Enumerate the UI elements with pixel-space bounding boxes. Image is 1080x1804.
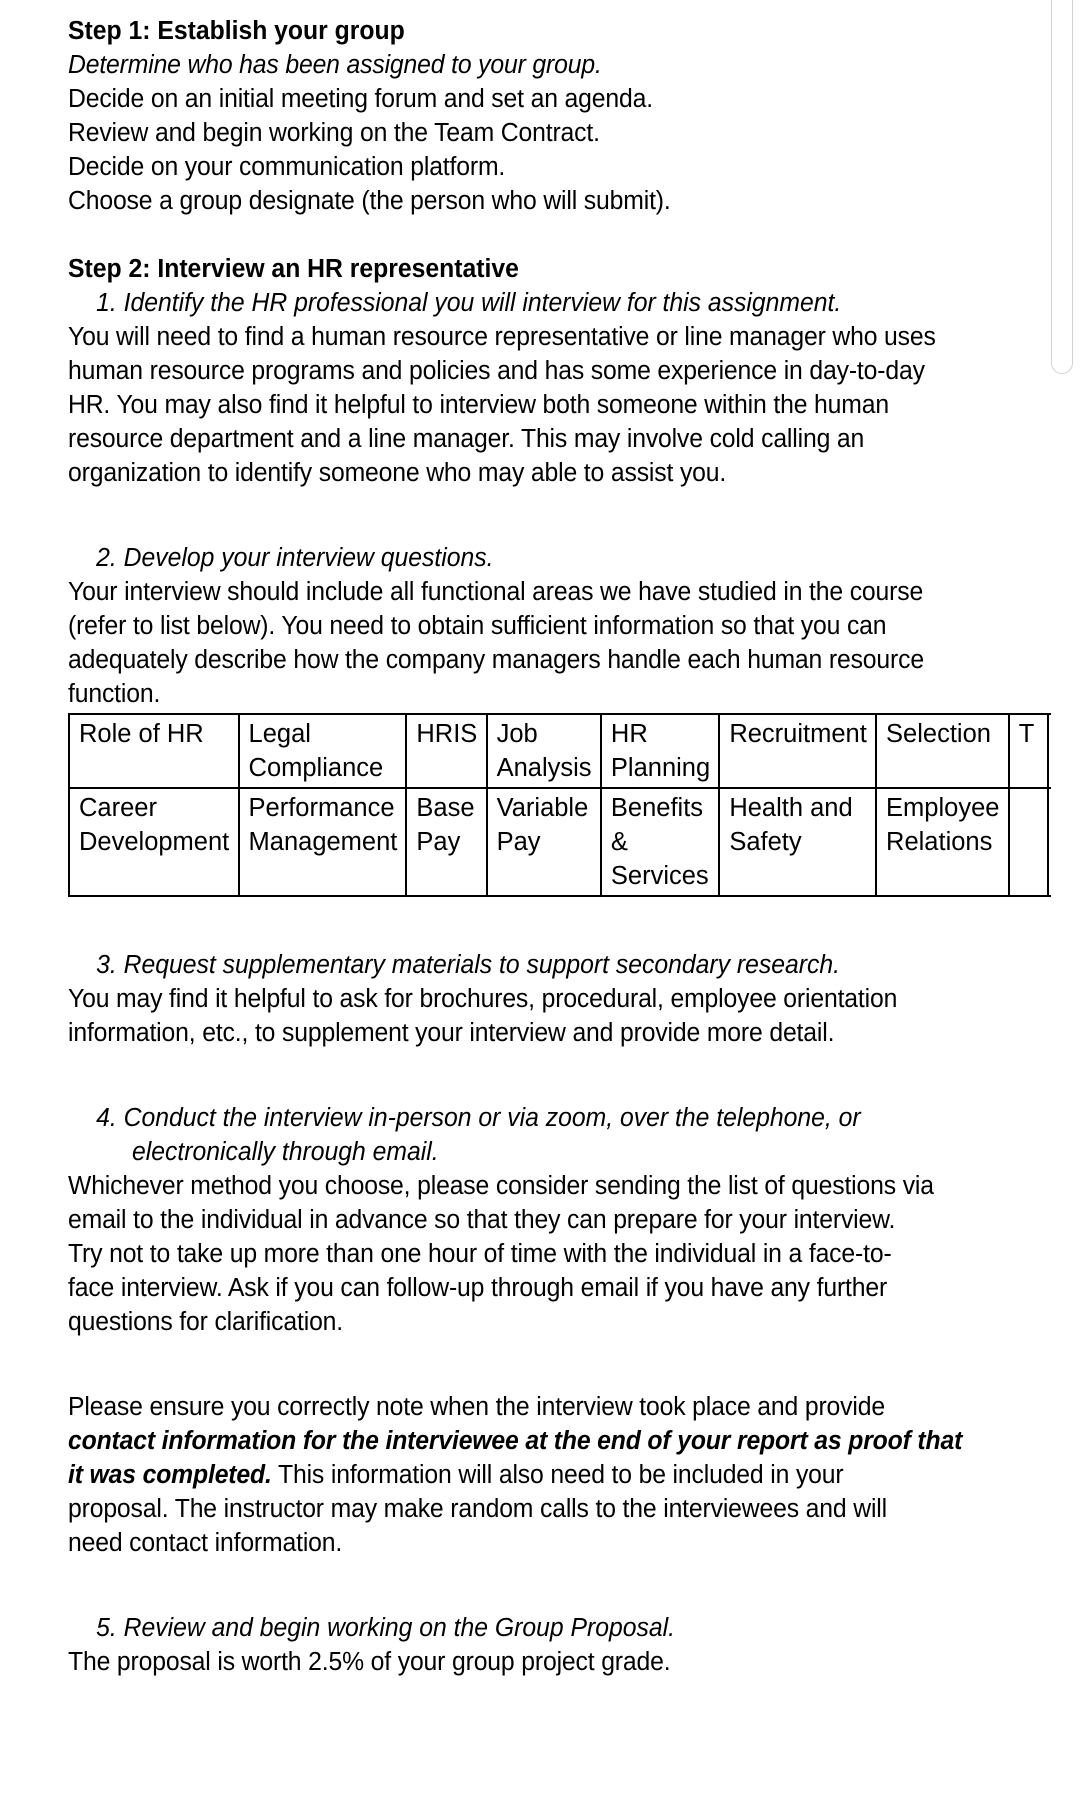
step-1-heading: Step 1: Establish your group	[68, 17, 405, 45]
table-cell: HR Planning	[599, 713, 721, 789]
item-4-body-line-5: questions for clarification.	[68, 1308, 344, 1336]
table-cell: Health and Safety	[718, 787, 878, 897]
note-line-3-emphasis: it was completed.	[68, 1461, 272, 1489]
item-1-title-text: Identify the HR professional you will in…	[123, 289, 842, 317]
vertical-scrollbar-track[interactable]	[1051, 0, 1077, 1804]
item-4-body-line-2: email to the individual in advance so th…	[68, 1206, 896, 1234]
step-2-item-2-title: 2. Develop your interview questions.	[68, 541, 1043, 575]
table-cell: Recruitment	[718, 713, 878, 789]
step-2-item-4-title: 4. Conduct the interview in-person or vi…	[68, 1101, 1043, 1135]
item-2-title-text: Develop your interview questions.	[123, 544, 494, 572]
item-4-number: 4.	[96, 1104, 117, 1132]
item-1-body-line-1: You will need to find a human resource r…	[68, 323, 936, 351]
table-row: Role of HR Legal Compliance HRIS Job Ana…	[68, 713, 1074, 789]
step-1-line-2: Decide on an initial meeting forum and s…	[68, 85, 653, 113]
item-3-title-text: Request supplementary materials to suppo…	[123, 951, 840, 979]
table-cell: Employee Relations	[875, 787, 1010, 897]
table-cell: Selection	[875, 713, 1010, 789]
step-2-heading: Step 2: Interview an HR representative	[68, 255, 519, 283]
step-2-item-5-title: 5. Review and begin working on the Group…	[68, 1611, 1043, 1645]
item-2-body-line-3: adequately describe how the company mana…	[68, 646, 924, 674]
item-4-body-line-3: Try not to take up more than one hour of…	[68, 1240, 892, 1268]
step-2-item-3-title: 3. Request supplementary materials to su…	[68, 948, 1043, 982]
document-body: Step 1: Establish your group Determine w…	[68, 0, 1074, 1679]
item-3-number: 3.	[96, 951, 117, 979]
item-1-number: 1.	[96, 289, 117, 317]
item-2-number: 2.	[96, 544, 117, 572]
item-1-body-line-5: organization to identify someone who may…	[68, 459, 727, 487]
table-cell: T	[1007, 713, 1049, 789]
table-cell: Role of HR	[68, 713, 240, 789]
note-line-2-emphasis: contact information for the interviewee …	[68, 1427, 963, 1455]
item-2-body-line-4: function.	[68, 680, 161, 708]
table-cell: Base Pay	[405, 787, 488, 897]
item-1-body-line-4: resource department and a line manager. …	[68, 425, 865, 453]
item-2-body-line-1: Your interview should include all functi…	[68, 578, 924, 606]
vertical-scrollbar-thumb[interactable]	[1051, 0, 1073, 374]
table-cell: Legal Compliance	[237, 713, 408, 789]
item-4-body-line-4: face interview. Ask if you can follow-up…	[68, 1274, 888, 1302]
item-5-number: 5.	[96, 1614, 117, 1642]
table-cell: Career Development	[68, 787, 240, 897]
item-3-body-line-1: You may find it helpful to ask for broch…	[68, 985, 898, 1013]
item-2-body-line-2: (refer to list below). You need to obtai…	[68, 612, 887, 640]
item-3-body-line-2: information, etc., to supplement your in…	[68, 1019, 835, 1047]
note-line-3: it was completed. This information will …	[68, 1458, 1043, 1492]
table-cell: Job Analysis	[485, 713, 602, 789]
table-cell: Variable Pay	[485, 787, 602, 897]
table-cell: Benefits & Services	[599, 787, 721, 897]
item-4-title-line-1: Conduct the interview in-person or via z…	[123, 1104, 861, 1132]
note-line-4: proposal. The instructor may make random…	[68, 1495, 888, 1523]
step-1-line-3: Review and begin working on the Team Con…	[68, 119, 600, 147]
step-1-line-4: Decide on your communication platform.	[68, 153, 506, 181]
table-row: Career Development Performance Managemen…	[68, 787, 1074, 897]
step-1-line-1: Determine who has been assigned to your …	[68, 51, 602, 79]
note-line-5: need contact information.	[68, 1529, 343, 1557]
note-line-3-plain: This information will also need to be in…	[271, 1461, 844, 1489]
step-2-item-1-title: 1. Identify the HR professional you will…	[68, 286, 1043, 320]
item-5-body-line-1: The proposal is worth 2.5% of your group…	[68, 1648, 671, 1676]
step-1-line-5: Choose a group designate (the person who…	[68, 187, 671, 215]
table-cell: Performance Management	[237, 787, 408, 897]
item-5-title-text: Review and begin working on the Group Pr…	[123, 1614, 676, 1642]
note-line-1: Please ensure you correctly note when th…	[68, 1393, 885, 1421]
item-1-body-line-3: HR. You may also find it helpful to inte…	[68, 391, 889, 419]
document-viewport[interactable]: Step 1: Establish your group Determine w…	[0, 0, 1080, 1804]
item-4-title-line-2: electronically through email.	[132, 1138, 439, 1166]
hr-functions-table: Role of HR Legal Compliance HRIS Job Ana…	[68, 713, 1074, 897]
item-4-body-line-1: Whichever method you choose, please cons…	[68, 1172, 934, 1200]
item-1-body-line-2: human resource programs and policies and…	[68, 357, 925, 385]
table-cell	[1007, 787, 1049, 897]
table-cell: HRIS	[405, 713, 488, 789]
